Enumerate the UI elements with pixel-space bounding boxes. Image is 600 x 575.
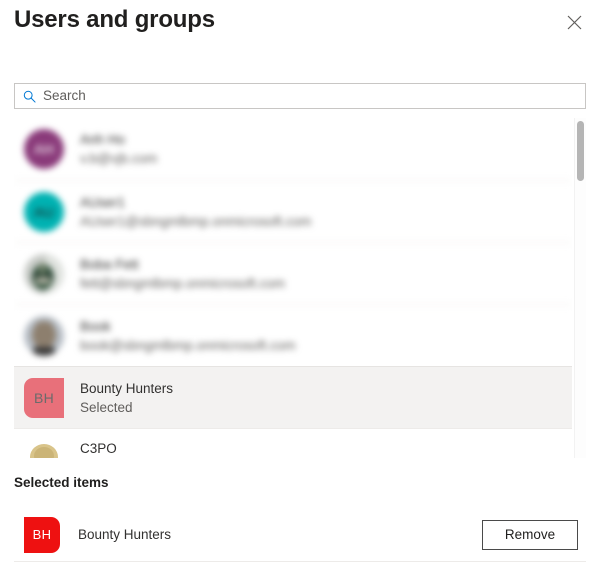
list-item-status: Selected xyxy=(80,399,133,415)
page-title: Users and groups xyxy=(14,6,215,33)
avatar-photo xyxy=(24,428,64,458)
list-item-email: v.b@vjb.com xyxy=(80,151,158,166)
list-item-name: Bounty Hunters xyxy=(80,380,174,396)
close-button[interactable] xyxy=(558,6,590,38)
remove-button[interactable]: Remove xyxy=(482,519,578,550)
avatar xyxy=(24,315,64,356)
panel-header: Users and groups xyxy=(0,0,600,62)
list-item-text: Anh Ho v.b@vjb.com xyxy=(80,130,157,168)
list-item[interactable]: Book book@sbngmlbmp.onmicrosoft.com xyxy=(14,304,572,366)
close-icon xyxy=(567,15,582,30)
list-item-text: C3PO xyxy=(80,439,117,458)
list-item-name: Book xyxy=(80,318,111,334)
avatar-photo xyxy=(24,253,64,294)
avatar: BH xyxy=(24,516,60,553)
scrollbar-thumb[interactable] xyxy=(577,121,584,181)
avatar-initials: BH xyxy=(33,389,55,406)
selected-item-name: Bounty Hunters xyxy=(78,527,172,542)
list-item[interactable]: C3PO xyxy=(14,428,572,458)
search-box[interactable] xyxy=(14,83,586,109)
list-item[interactable]: AH Anh Ho v.b@vjb.com xyxy=(14,118,572,180)
selected-item-row: BH Bounty Hunters Remove xyxy=(14,508,586,562)
avatar-initials: AH xyxy=(33,141,55,157)
list-item-name: Anh Ho xyxy=(80,132,126,147)
list-item[interactable]: Boba Fett fett@sbngmlbmp.onmicrosoft.com xyxy=(14,242,572,304)
list-item-bounty-hunters[interactable]: BH Bounty Hunters Selected xyxy=(14,366,572,428)
avatar xyxy=(24,428,64,458)
search-icon xyxy=(15,90,43,103)
avatar: AU xyxy=(24,191,64,232)
list-item-name: AUser1 xyxy=(80,194,126,210)
avatar-initials: AU xyxy=(33,203,55,220)
selected-items-heading: Selected items xyxy=(14,475,109,490)
people-picker-list: AH Anh Ho v.b@vjb.com AU AUser1 AUser1@s… xyxy=(14,118,586,458)
avatar: AH xyxy=(24,129,64,169)
list-item-text: AUser1 AUser1@sbngmlbmp.onmicrosoft.com xyxy=(80,193,311,231)
list-item[interactable]: AU AUser1 AUser1@sbngmlbmp.onmicrosoft.c… xyxy=(14,180,572,242)
list-item-email: AUser1@sbngmlbmp.onmicrosoft.com xyxy=(80,213,312,229)
list-item-text: Boba Fett fett@sbngmlbmp.onmicrosoft.com xyxy=(80,255,285,293)
search-input[interactable] xyxy=(43,85,585,107)
list-item-email: book@sbngmlbmp.onmicrosoft.com xyxy=(80,337,296,353)
list-item-name: Boba Fett xyxy=(80,256,139,272)
avatar xyxy=(24,253,64,294)
avatar-photo xyxy=(24,315,64,356)
list-item-email: fett@sbngmlbmp.onmicrosoft.com xyxy=(80,275,286,291)
list-item-text: Book book@sbngmlbmp.onmicrosoft.com xyxy=(80,317,296,355)
list-item-name: C3PO xyxy=(80,441,117,456)
avatar: BH xyxy=(24,377,64,418)
avatar-initials: BH xyxy=(32,527,52,542)
list-scroll-viewport[interactable]: AH Anh Ho v.b@vjb.com AU AUser1 AUser1@s… xyxy=(14,118,572,458)
list-item-text: Bounty Hunters Selected xyxy=(80,379,173,417)
list-scrollbar[interactable] xyxy=(574,118,586,458)
